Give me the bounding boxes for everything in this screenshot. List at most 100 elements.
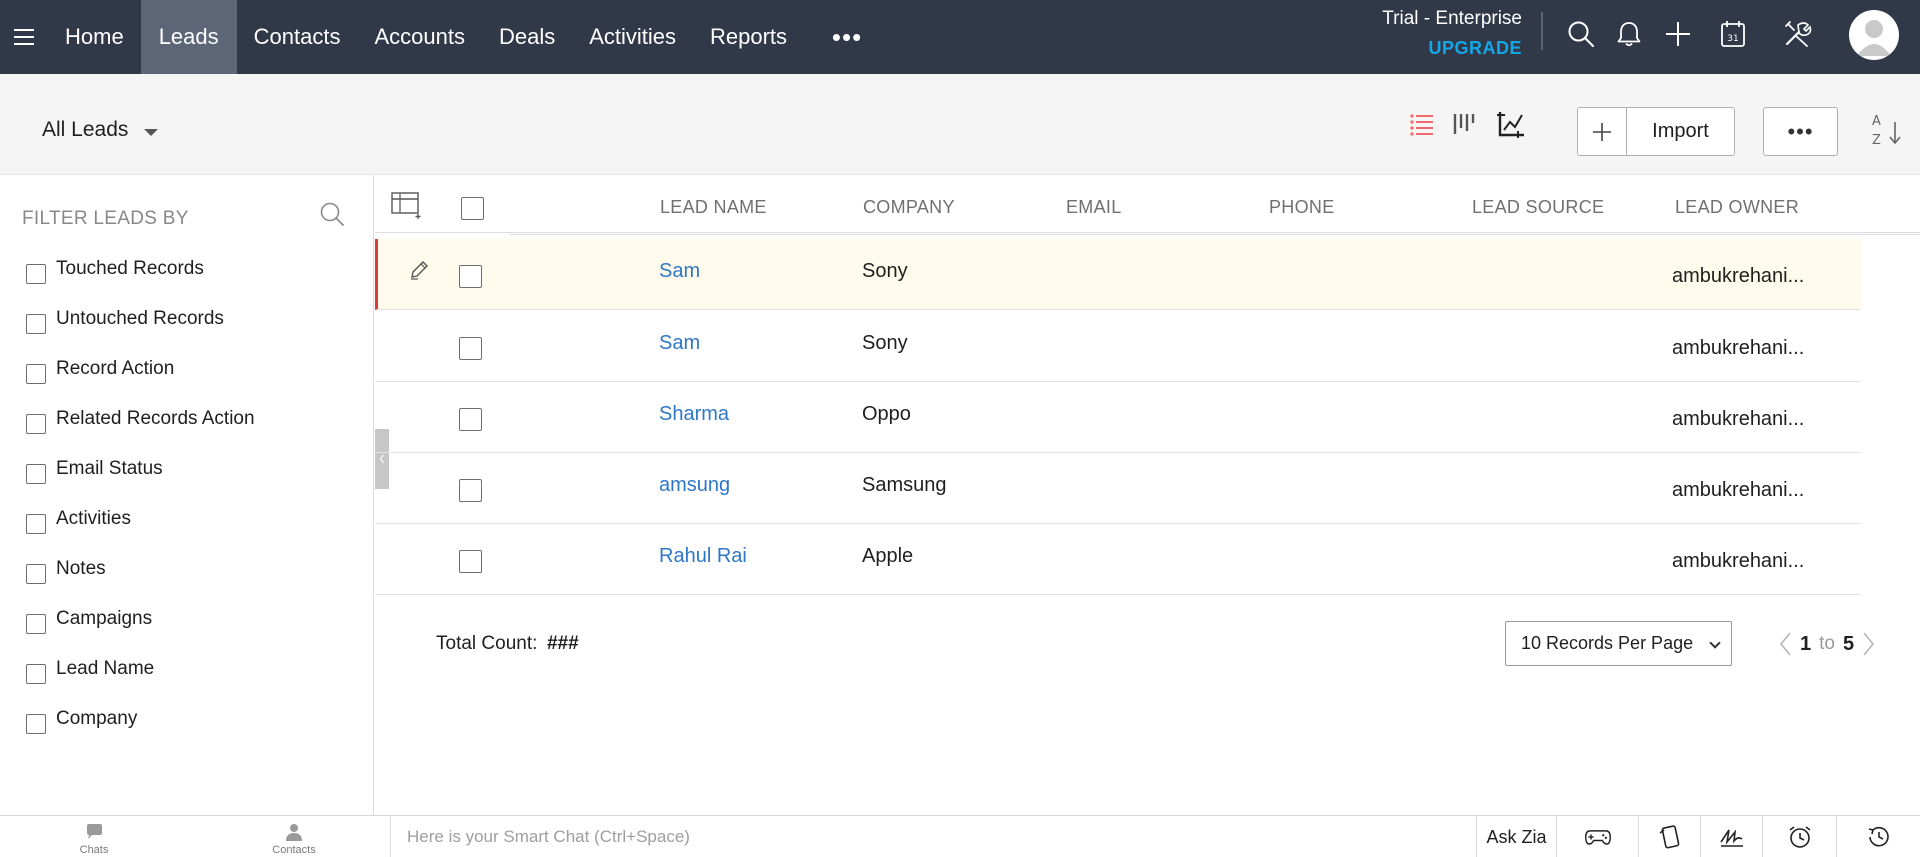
filter-list: Touched Records Untouched Records Record… [26, 257, 255, 757]
filter-item-company[interactable]: Company [26, 707, 255, 757]
signature-icon[interactable] [1700, 816, 1762, 857]
lead-name-link[interactable]: Sam [659, 260, 700, 283]
column-header-email[interactable]: EMAIL [1066, 197, 1122, 218]
checkbox[interactable] [26, 314, 46, 334]
filter-item-label: Notes [56, 558, 106, 579]
column-header-lead-owner[interactable]: LEAD OWNER [1675, 197, 1799, 218]
filter-item-label: Email Status [56, 458, 163, 479]
filter-item-untouched-records[interactable]: Untouched Records [26, 307, 255, 357]
chart-view-icon[interactable] [1494, 107, 1528, 141]
filter-item-label: Related Records Action [56, 408, 255, 429]
upgrade-link[interactable]: UPGRADE [1362, 38, 1522, 59]
select-all-checkbox[interactable] [461, 197, 484, 220]
filter-item-record-action[interactable]: Record Action [26, 357, 255, 407]
search-icon[interactable] [317, 199, 347, 229]
header-divider [510, 234, 1920, 235]
history-icon[interactable] [1836, 816, 1920, 857]
import-button[interactable]: Import [1627, 108, 1734, 155]
tab-home[interactable]: Home [48, 0, 141, 74]
page-to: 5 [1842, 632, 1855, 655]
column-header-lead-source[interactable]: LEAD SOURCE [1472, 197, 1604, 218]
checkbox[interactable] [26, 514, 46, 534]
tab-deals[interactable]: Deals [482, 0, 572, 74]
filter-item-label: Company [56, 708, 138, 729]
list-view-header: All Leads Import ••• AZ [0, 74, 1920, 175]
tools-icon[interactable] [1780, 17, 1814, 51]
column-header-company[interactable]: COMPANY [863, 197, 955, 218]
lead-name-link[interactable]: Sharma [659, 403, 729, 426]
sort-icon[interactable]: AZ [1870, 110, 1904, 150]
ask-zia-button[interactable]: Ask Zia [1476, 816, 1556, 857]
checkbox[interactable] [26, 364, 46, 384]
tab-leads[interactable]: Leads [140, 0, 237, 74]
menu-icon[interactable] [0, 0, 48, 74]
table-row[interactable]: Rahul Rai Apple ambukrehani... [375, 524, 1861, 595]
filter-item-label: Untouched Records [56, 308, 224, 329]
chevron-right-icon[interactable] [1860, 630, 1876, 658]
checkbox[interactable] [26, 414, 46, 434]
checkbox[interactable] [26, 264, 46, 284]
phone-icon[interactable] [1638, 816, 1700, 857]
calendar-icon[interactable]: 31 [1716, 17, 1750, 51]
lead-name-link[interactable]: amsung [659, 474, 730, 497]
edit-icon[interactable] [408, 259, 430, 281]
row-checkbox[interactable] [459, 265, 482, 288]
column-header-phone[interactable]: PHONE [1269, 197, 1335, 218]
row-checkbox[interactable] [459, 337, 482, 360]
trial-label: Trial - Enterprise [1382, 8, 1522, 29]
total-count-value[interactable]: ### [547, 633, 579, 654]
contacts-button[interactable]: Contacts [266, 816, 322, 857]
svg-text:Z: Z [1872, 133, 1881, 148]
plus-icon[interactable] [1661, 17, 1695, 51]
more-tabs-button[interactable]: ••• [810, 0, 884, 74]
table-header: LEAD NAME COMPANY EMAIL PHONE LEAD SOURC… [375, 175, 1920, 233]
tab-reports[interactable]: Reports [693, 0, 804, 74]
create-lead-button[interactable] [1578, 108, 1627, 155]
kanban-view-icon[interactable] [1448, 107, 1482, 141]
column-settings-icon[interactable] [391, 191, 423, 219]
lead-name-link[interactable]: Sam [659, 332, 700, 355]
checkbox[interactable] [26, 564, 46, 584]
filter-item-related-records-action[interactable]: Related Records Action [26, 407, 255, 457]
records-per-page-select[interactable]: 10 Records Per Page [1505, 621, 1732, 666]
filter-item-label: Lead Name [56, 658, 155, 679]
column-header-lead-name[interactable]: LEAD NAME [660, 197, 767, 218]
chats-label: Chats [79, 844, 109, 856]
filter-item-activities[interactable]: Activities [26, 507, 255, 557]
table-row[interactable]: amsung Samsung ambukrehani... [375, 453, 1861, 524]
filter-item-notes[interactable]: Notes [26, 557, 255, 607]
checkbox[interactable] [26, 664, 46, 684]
tab-accounts[interactable]: Accounts [357, 0, 482, 74]
table-row[interactable]: Sam Sony ambukrehani... [375, 311, 1861, 382]
tab-activities[interactable]: Activities [572, 0, 693, 74]
checkbox[interactable] [26, 464, 46, 484]
filter-item-campaigns[interactable]: Campaigns [26, 607, 255, 657]
chevron-left-icon[interactable] [1778, 630, 1794, 658]
smart-chat-input[interactable]: Here is your Smart Chat (Ctrl+Space) [390, 816, 1475, 857]
search-icon[interactable] [1564, 17, 1598, 51]
alarm-icon[interactable] [1762, 816, 1836, 857]
filter-item-label: Campaigns [56, 608, 153, 629]
bell-icon[interactable] [1612, 17, 1646, 51]
tab-contacts[interactable]: Contacts [237, 0, 358, 74]
lead-name-link[interactable]: Rahul Rai [659, 545, 747, 568]
view-selector[interactable]: All Leads [42, 118, 159, 142]
svg-text:A: A [1872, 114, 1881, 129]
filter-item-email-status[interactable]: Email Status [26, 457, 255, 507]
avatar[interactable] [1849, 10, 1899, 60]
gamepad-icon[interactable] [1556, 816, 1638, 857]
list-view-icon[interactable] [1405, 107, 1439, 141]
table-row[interactable]: Sam Sony ambukrehani... [375, 239, 1861, 310]
row-checkbox[interactable] [459, 408, 482, 431]
filter-item-lead-name[interactable]: Lead Name [26, 657, 255, 707]
row-checkbox[interactable] [459, 479, 482, 502]
more-actions-button[interactable]: ••• [1763, 107, 1838, 156]
checkbox[interactable] [26, 614, 46, 634]
checkbox[interactable] [26, 714, 46, 734]
row-checkbox[interactable] [459, 550, 482, 573]
filter-item-touched-records[interactable]: Touched Records [26, 257, 255, 307]
table-row[interactable]: Sharma Oppo ambukrehani... [375, 382, 1861, 453]
chats-button[interactable]: Chats [74, 816, 114, 857]
lead-owner-cell: ambukrehani... [1672, 337, 1805, 359]
filter-item-label: Record Action [56, 358, 175, 379]
